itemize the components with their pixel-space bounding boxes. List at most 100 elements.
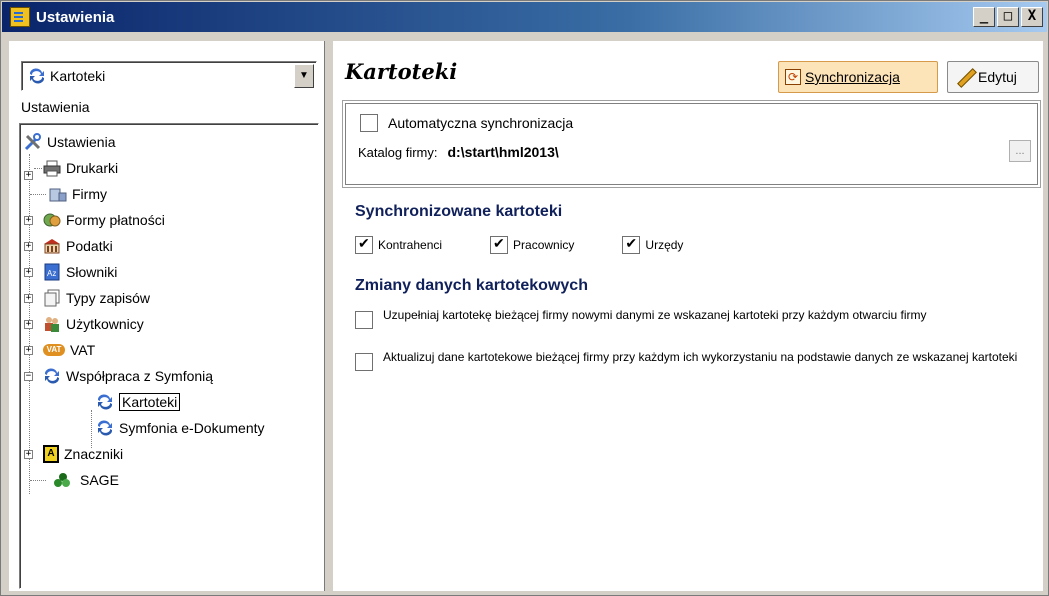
urzedy-option[interactable]: Urzędy xyxy=(622,235,684,254)
minimize-button[interactable]: _ xyxy=(973,7,995,27)
pracownicy-option[interactable]: Pracownicy xyxy=(490,235,575,254)
tree-item-podatki[interactable]: + Podatki xyxy=(24,234,113,258)
option1-label: Uzupełniaj kartotekę bieżącej firmy nowy… xyxy=(383,308,927,322)
tree-item-wspolpraca[interactable]: − Współpraca z Symfonią xyxy=(24,364,213,388)
expand-icon[interactable]: + xyxy=(24,215,33,225)
tree-item-kartoteki[interactable]: Kartoteki xyxy=(96,390,181,414)
tree-item-symfonia-edokumenty[interactable]: Symfonia e-Dokumenty xyxy=(96,416,265,440)
settings-window: Ustawienia _ □ X Kartoteki ▼ Ustawienia xyxy=(0,0,1049,596)
urzedy-label: Urzędy xyxy=(645,238,684,252)
kontrahenci-option[interactable]: Kontrahenci xyxy=(355,235,443,254)
title-bar[interactable]: Ustawienia _ □ X xyxy=(2,2,1047,32)
vat-icon: VAT xyxy=(43,344,65,356)
sync-settings-group: Automatyczna synchronizacja Katalog firm… xyxy=(345,103,1038,185)
tree-item-drukarki[interactable]: + Drukarki xyxy=(24,156,118,180)
synchronize-button-label: Synchronizacja xyxy=(805,69,900,85)
tax-icon xyxy=(44,239,60,254)
tree-section-label: Ustawienia xyxy=(21,99,90,115)
company-dir-value: d:\start\hml2013\ xyxy=(447,144,559,160)
sage-icon xyxy=(54,473,70,487)
expand-icon[interactable]: + xyxy=(24,267,33,277)
tree-item-label: Ustawienia xyxy=(47,134,116,150)
expand-icon[interactable]: + xyxy=(24,170,33,180)
urzedy-checkbox[interactable] xyxy=(622,235,641,254)
option2-label: Aktualizuj dane kartotekowe bieżącej fir… xyxy=(383,350,1018,364)
option2-checkbox[interactable] xyxy=(355,353,373,371)
company-dir-label: Katalog firmy: xyxy=(358,144,438,160)
right-panel: Kartoteki ⟳ Synchronizacja Edytuj Automa… xyxy=(333,41,1043,591)
synchronize-button[interactable]: ⟳ Synchronizacja xyxy=(778,61,938,93)
tree-item-label: Firmy xyxy=(72,186,107,202)
printer-icon xyxy=(43,160,61,177)
tree-item-znaczniki[interactable]: + A Znaczniki xyxy=(24,442,123,466)
chevron-down-icon[interactable]: ▼ xyxy=(294,64,314,88)
tree-item-label: Współpraca z Symfonią xyxy=(66,368,214,384)
tree-item-label: Podatki xyxy=(66,238,113,254)
tree-item-uzytkownicy[interactable]: + Użytkownicy xyxy=(24,312,144,336)
category-combo[interactable]: Kartoteki ▼ xyxy=(21,61,317,91)
pencil-icon xyxy=(954,67,974,87)
tree-item-label: Formy płatności xyxy=(66,212,165,228)
app-icon xyxy=(10,7,30,27)
maximize-button[interactable]: □ xyxy=(997,7,1019,27)
dictionary-icon: Az xyxy=(44,263,60,281)
synced-title: Synchronizowane kartoteki xyxy=(355,203,563,220)
option2-row[interactable]: Aktualizuj dane kartotekowe bieżącej fir… xyxy=(355,349,1043,371)
documents-icon xyxy=(44,289,60,307)
kontrahenci-checkbox[interactable] xyxy=(355,235,373,254)
sync-icon xyxy=(44,368,60,384)
close-button[interactable]: X xyxy=(1021,7,1043,27)
collapse-icon[interactable]: − xyxy=(24,371,33,381)
expand-icon[interactable]: + xyxy=(24,293,33,303)
browse-button[interactable]: ... xyxy=(1009,140,1031,162)
users-icon xyxy=(45,317,59,332)
sync-icon xyxy=(97,394,113,410)
sync-icon xyxy=(29,68,45,84)
tree-item-label: Słowniki xyxy=(66,264,118,280)
company-dir-row: Katalog firmy: d:\start\hml2013\ xyxy=(358,144,559,160)
kontrahenci-label: Kontrahenci xyxy=(378,238,443,252)
auto-sync-checkbox[interactable] xyxy=(360,114,378,132)
settings-tree[interactable]: Ustawienia + Drukarki Firmy + Formy płat… xyxy=(19,123,319,589)
tag-icon: A xyxy=(43,445,59,463)
tree-item-firmy[interactable]: Firmy xyxy=(30,182,107,206)
expand-icon[interactable]: + xyxy=(24,241,33,251)
auto-sync-label: Automatyczna synchronizacja xyxy=(388,115,574,131)
expand-icon[interactable]: + xyxy=(24,345,33,355)
sync-icon: ⟳ xyxy=(785,69,801,85)
option1-row[interactable]: Uzupełniaj kartotekę bieżącej firmy nowy… xyxy=(355,307,1043,329)
tree-item-sage[interactable]: SAGE xyxy=(30,468,119,492)
tree-item-label: Znaczniki xyxy=(64,446,124,462)
payment-icon xyxy=(43,213,61,227)
tree-item-vat[interactable]: + VAT VAT xyxy=(24,338,95,362)
tree-item-formy-platnosci[interactable]: + Formy płatności xyxy=(24,208,165,232)
expand-icon[interactable]: + xyxy=(24,319,33,329)
svg-text:Az: Az xyxy=(47,269,56,278)
option1-checkbox[interactable] xyxy=(355,311,373,329)
company-icon xyxy=(49,188,67,202)
tree-item-slowniki[interactable]: + Az Słowniki xyxy=(24,260,117,284)
edit-button[interactable]: Edytuj xyxy=(947,61,1039,93)
left-panel: Kartoteki ▼ Ustawienia Ustawienia + Druk… xyxy=(9,41,325,591)
tree-item-label: Użytkownicy xyxy=(66,316,144,332)
edit-button-label: Edytuj xyxy=(978,69,1017,85)
synced-checkboxes: Kontrahenci Pracownicy Urzędy xyxy=(355,235,684,254)
combo-value: Kartoteki xyxy=(50,68,106,84)
pracownicy-label: Pracownicy xyxy=(513,238,575,252)
expand-icon[interactable]: + xyxy=(24,449,33,459)
auto-sync-row[interactable]: Automatyczna synchronizacja xyxy=(360,114,573,132)
tree-item-label: Symfonia e-Dokumenty xyxy=(119,420,265,436)
tree-item-label: Typy zapisów xyxy=(66,290,151,306)
tree-item-label: VAT xyxy=(70,342,96,358)
window-title: Ustawienia xyxy=(36,8,115,26)
sync-icon xyxy=(97,420,113,436)
tree-item-ustawienia[interactable]: Ustawienia xyxy=(24,130,115,154)
pracownicy-checkbox[interactable] xyxy=(490,235,509,254)
tree-item-label: SAGE xyxy=(80,472,119,488)
tools-icon xyxy=(24,133,41,151)
page-title: Kartoteki xyxy=(345,59,458,84)
tree-item-label: Drukarki xyxy=(66,160,119,176)
tree-item-label: Kartoteki xyxy=(119,393,181,411)
tree-item-typy-zapisow[interactable]: + Typy zapisów xyxy=(24,286,150,310)
changes-title: Zmiany danych kartotekowych xyxy=(355,277,588,294)
